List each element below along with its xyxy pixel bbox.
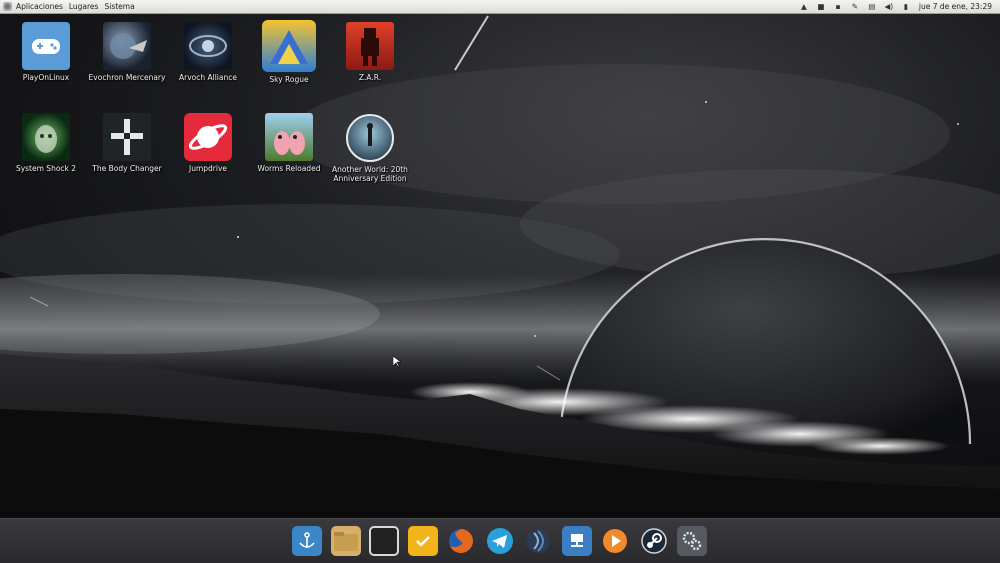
system-tray: ▲ ■ ▪ ✎ ▤ ◀) ▮ jue 7 de ene, 23:29	[800, 0, 992, 13]
up-arrow-icon[interactable]: ▲	[800, 2, 808, 11]
cross-emblem-icon	[103, 113, 151, 161]
mouse-cursor-icon	[393, 356, 401, 368]
desktop-icon-the-body-changer[interactable]: The Body Changer	[87, 113, 167, 173]
display-icon[interactable]: ▪	[834, 2, 842, 11]
clock[interactable]: jue 7 de ene, 23:29	[919, 2, 992, 11]
storage-icon[interactable]: ■	[817, 2, 825, 11]
desktop-icon-worms-reloaded[interactable]: Worms Reloaded	[249, 113, 329, 173]
dock	[0, 518, 1000, 563]
network-tray-icon[interactable]: ▤	[868, 2, 876, 11]
menu-lugares[interactable]: Lugares	[69, 2, 99, 11]
desktop-icon-another-world[interactable]: Another World: 20th Anniversary Edition	[330, 114, 410, 183]
another-world-icon	[346, 114, 394, 162]
desktop-icon-label: System Shock 2	[15, 164, 77, 173]
desktop-icon-label: Evochron Mercenary	[88, 73, 166, 82]
desktop-icon-label: PlayOnLinux	[22, 73, 70, 82]
desktop-icon-label: Worms Reloaded	[257, 164, 321, 173]
desktop-icon-label: The Body Changer	[92, 164, 162, 173]
volume-icon[interactable]: ◀)	[885, 2, 894, 11]
desktop-icon-label: Jumpdrive	[188, 164, 227, 173]
planet-ship-icon	[103, 22, 151, 70]
files-folder-icon[interactable]	[331, 526, 361, 556]
desktop-icon-label: Arvoch Alliance	[179, 73, 237, 82]
sky-rogue-logo-icon	[262, 20, 316, 72]
menu-aplicaciones[interactable]: Aplicaciones	[16, 2, 63, 11]
desktop-icon-arvoch-alliance[interactable]: Arvoch Alliance	[168, 22, 248, 82]
battery-icon[interactable]: ▮	[902, 2, 910, 11]
desktop-icon-system-shock-2[interactable]: System Shock 2	[6, 113, 86, 173]
settings-gears-icon[interactable]	[677, 526, 707, 556]
desktop-icon-jumpdrive[interactable]: Jumpdrive	[168, 113, 248, 173]
desktop-icon-zar[interactable]: Z.A.R.	[330, 22, 410, 82]
desktop-icon-label: Z.A.R.	[358, 73, 382, 82]
terminal-icon[interactable]	[369, 526, 399, 556]
shodan-face-icon	[22, 113, 70, 161]
firefox-icon[interactable]	[446, 526, 476, 556]
sound-waves-icon[interactable]	[523, 526, 553, 556]
desktop-icon-evochron-mercenary[interactable]: Evochron Mercenary	[87, 22, 167, 82]
desktop-wallpaper	[0, 14, 1000, 518]
top-panel: Aplicaciones Lugares Sistema ▲ ■ ▪ ✎ ▤ ◀…	[0, 0, 1000, 14]
telegram-icon[interactable]	[485, 526, 515, 556]
anchor-app-icon[interactable]	[292, 526, 322, 556]
media-player-icon[interactable]	[600, 526, 630, 556]
desktop-icon-label: Another World: 20th Anniversary Edition	[332, 165, 408, 183]
ringed-planet-icon	[184, 113, 232, 161]
desktop-icon-playonlinux[interactable]: PlayOnLinux	[6, 22, 86, 82]
steam-icon[interactable]	[639, 526, 669, 556]
space-station-icon	[184, 22, 232, 70]
desktop-icon-sky-rogue[interactable]: Sky Rogue	[249, 20, 329, 84]
pen-icon[interactable]: ✎	[851, 2, 859, 11]
tasks-icon[interactable]	[408, 526, 438, 556]
menu-sistema[interactable]: Sistema	[104, 2, 134, 11]
gamepad-icon	[22, 22, 70, 70]
worms-icon	[265, 113, 313, 161]
desktop-icon-label: Sky Rogue	[269, 75, 309, 84]
zar-robot-icon	[346, 22, 394, 70]
applications-menu-icon[interactable]	[3, 2, 12, 11]
network-icon[interactable]	[562, 526, 592, 556]
